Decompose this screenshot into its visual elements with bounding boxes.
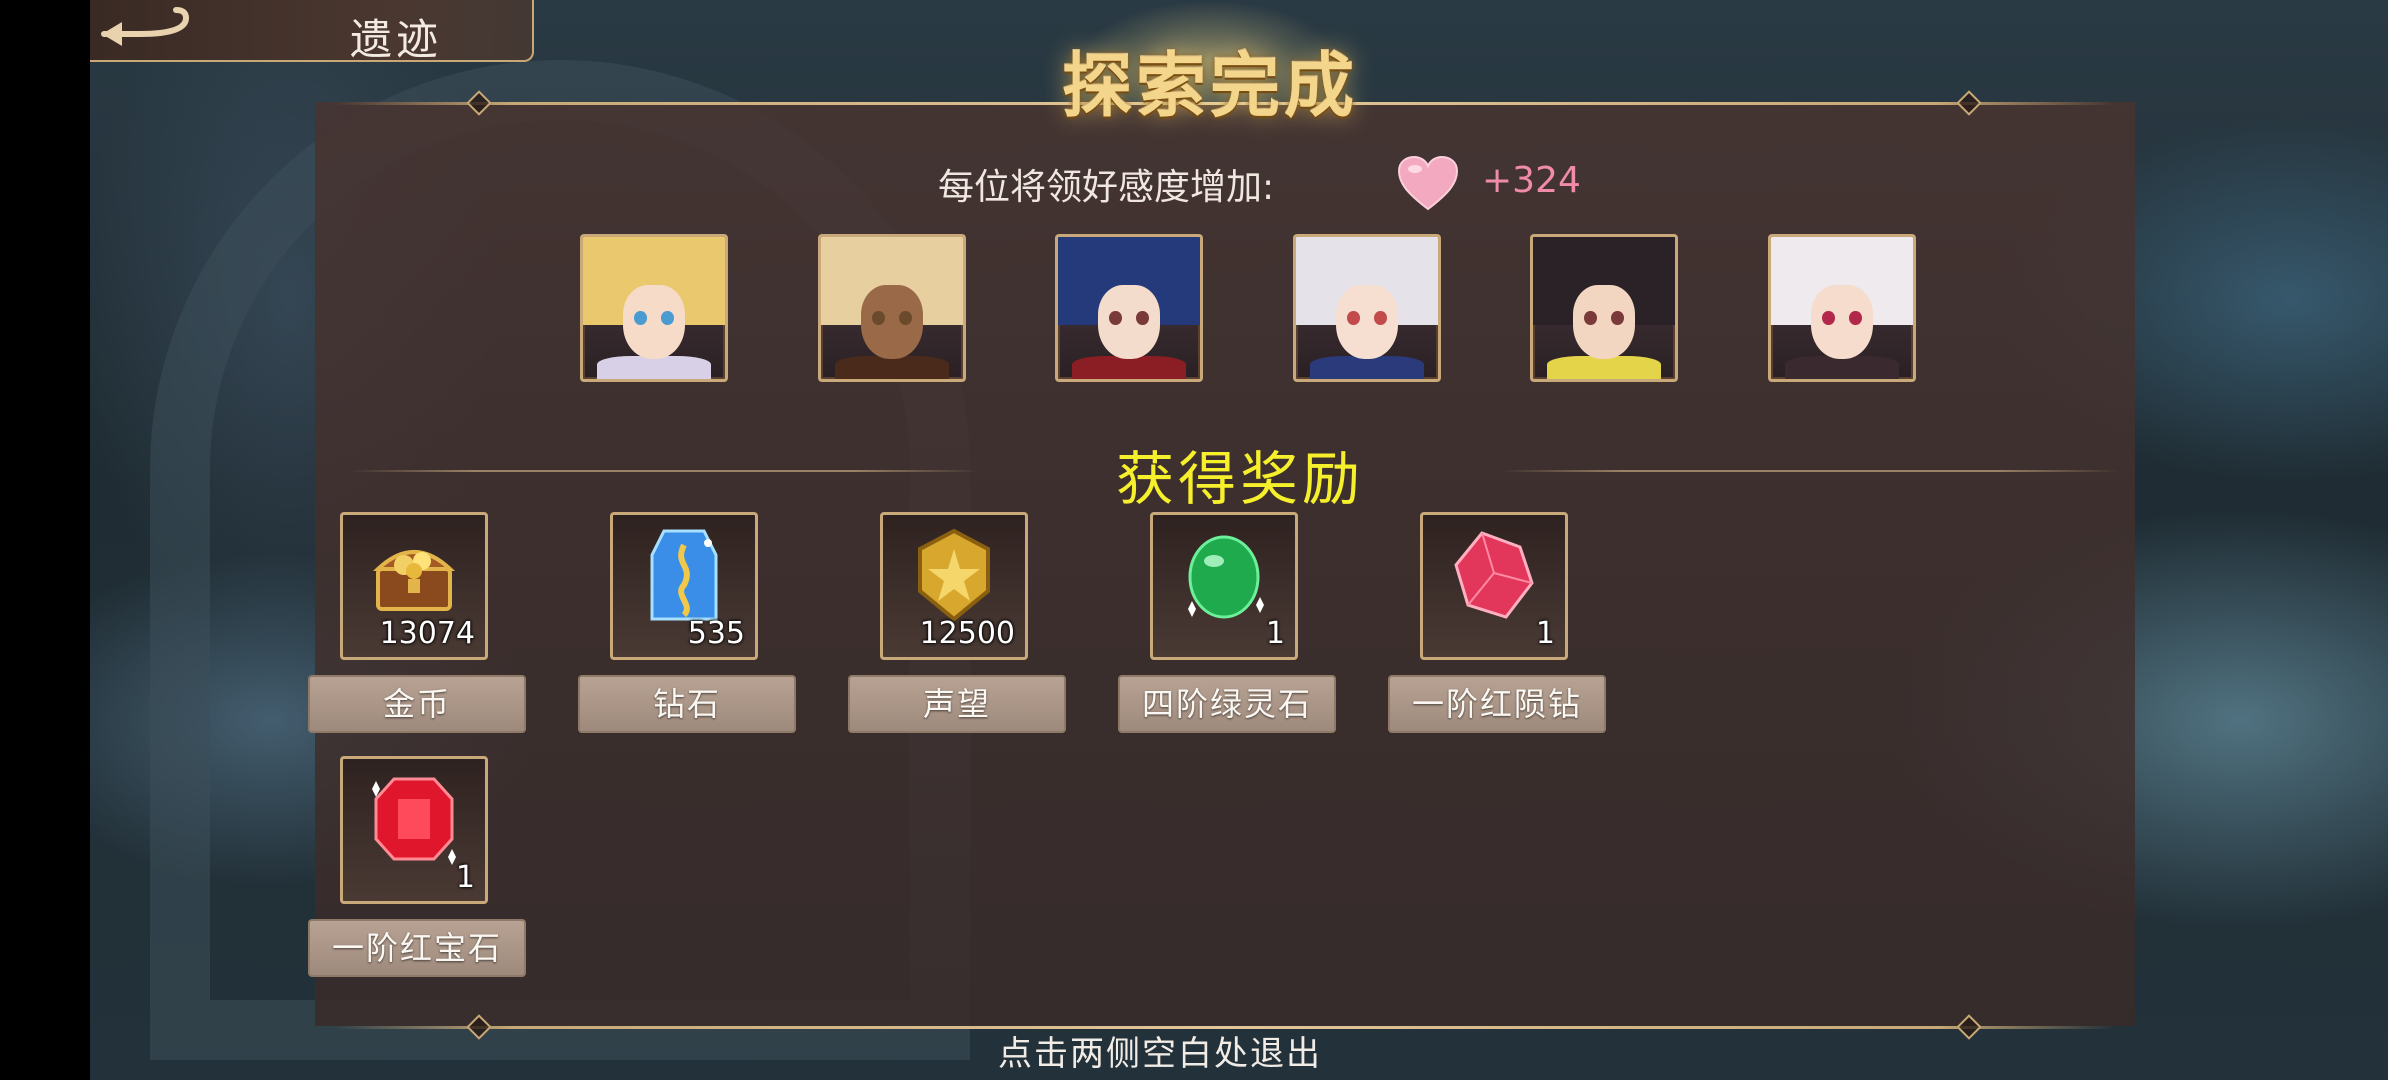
screen-edge-bar	[0, 0, 90, 1080]
reward-slot[interactable]: 12500	[880, 512, 1028, 660]
divider-right	[1500, 470, 2120, 472]
hero-portrait[interactable]	[1768, 234, 1916, 382]
reward-name: 金币	[308, 675, 526, 733]
reward-name: 四阶绿灵石	[1118, 675, 1336, 733]
exploration-complete-title: 探索完成	[1062, 44, 1358, 127]
hero-portrait[interactable]	[818, 234, 966, 382]
rewards-title: 获得奖励	[1115, 445, 1364, 513]
reward-slot[interactable]: 1	[1420, 512, 1568, 660]
prestige-badge-icon	[904, 525, 1004, 629]
exit-hint[interactable]: 点击两侧空白处退出	[900, 1026, 1420, 1075]
reward-name: 声望	[848, 675, 1066, 733]
affinity-label: 每位将领好感度增加:	[938, 167, 1275, 208]
hero-portrait[interactable]	[580, 234, 728, 382]
reward-slot[interactable]: 535	[610, 512, 758, 660]
reward-name: 一阶红陨钻	[1388, 675, 1606, 733]
green-spirit-stone-icon	[1174, 525, 1274, 629]
red-meteor-diamond-icon	[1444, 525, 1544, 629]
reward-name: 钻石	[578, 675, 796, 733]
treasure-chest-icon	[364, 525, 464, 629]
hero-portrait[interactable]	[1293, 234, 1441, 382]
reward-count: 1	[455, 860, 475, 895]
reward-name: 一阶红宝石	[308, 919, 526, 977]
affinity-value: +324	[1482, 160, 1581, 201]
reward-count: 12500	[919, 616, 1015, 651]
reward-count: 1	[1535, 616, 1555, 651]
heart-icon	[1397, 155, 1459, 211]
reward-count: 535	[687, 616, 745, 651]
reward-count: 1	[1265, 616, 1285, 651]
reward-slot[interactable]: 1	[1150, 512, 1298, 660]
back-button[interactable]	[96, 4, 196, 52]
hero-portrait[interactable]	[1055, 234, 1203, 382]
back-arrow-icon	[101, 7, 190, 46]
page-title: 遗迹	[350, 15, 443, 64]
reward-count: 13074	[379, 616, 475, 651]
divider-left	[350, 470, 980, 472]
reward-slot[interactable]: 13074	[340, 512, 488, 660]
diamond-crystal-icon	[634, 525, 734, 629]
red-ruby-icon	[364, 769, 464, 873]
reward-slot[interactable]: 1	[340, 756, 488, 904]
hero-portrait[interactable]	[1530, 234, 1678, 382]
